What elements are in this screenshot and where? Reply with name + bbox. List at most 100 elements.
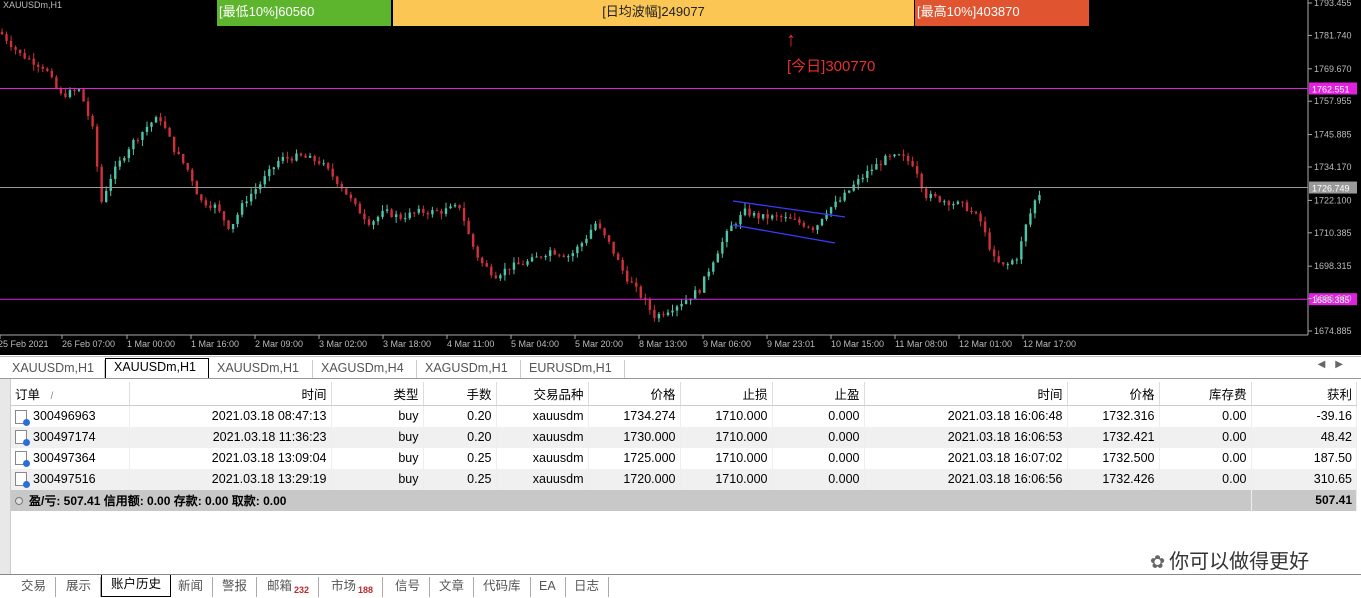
symbol: xauusdm <box>496 426 589 448</box>
table-row[interactable]: 300496963 2021.03.18 08:47:13 buy 0.20 x… <box>11 405 1357 427</box>
tab-market[interactable]: 市场 188 <box>322 577 384 597</box>
candle-body <box>127 149 131 159</box>
candle-body <box>920 173 923 189</box>
col-close-time[interactable]: 时间 <box>864 382 1068 406</box>
order-id: 300497174 <box>33 429 96 444</box>
lots: 0.25 <box>423 468 497 490</box>
candlestick-chart[interactable]: 1762.5511726.7491686.3851793.4551781.740… <box>0 0 1361 355</box>
time-axis-label: 5 Mar 04:00 <box>511 339 559 349</box>
candle-body <box>612 241 615 254</box>
tab-exposure[interactable]: 展示 <box>57 577 102 597</box>
tab-mailbox[interactable]: 邮箱 232 <box>258 577 320 597</box>
candle-body <box>404 218 407 220</box>
candle-body <box>105 190 108 202</box>
candle-body <box>879 164 883 166</box>
profit: 48.42 <box>1251 426 1357 448</box>
chart-tab-3[interactable]: XAUUSDm,H1 <box>209 360 313 378</box>
col-type[interactable]: 类型 <box>331 382 424 406</box>
candle-body <box>517 262 520 265</box>
tab-articles[interactable]: 文章 <box>430 577 475 597</box>
table-row[interactable]: 300497516 2021.03.18 13:29:19 buy 0.25 x… <box>11 468 1357 490</box>
col-order[interactable]: 订单 / <box>11 382 130 406</box>
col-profit[interactable]: 获利 <box>1251 382 1357 406</box>
chart-tab-1[interactable]: XAUUSDm,H1 <box>4 360 105 378</box>
time-axis-label: 11 Mar 08:00 <box>895 339 947 349</box>
summary-text: 盈/亏: 507.41 信用额: 0.00 存款: 0.00 取款: 0.00 <box>29 493 287 508</box>
col-open-price[interactable]: 价格 <box>588 382 681 406</box>
chart-tab-5[interactable]: XAGUSDm,H1 <box>417 360 521 378</box>
stop-loss: 1710.000 <box>680 447 773 469</box>
candle-body <box>621 259 624 271</box>
candle-body <box>585 238 588 244</box>
tab-alerts[interactable]: 警报 <box>213 577 258 597</box>
order-id: 300496963 <box>33 408 96 423</box>
price-axis-label: 1722.100 <box>1314 195 1352 205</box>
mailbox-badge: 232 <box>294 585 310 595</box>
chart-tab-2-active[interactable]: XAUUSDm,H1 <box>105 358 209 379</box>
candle-body <box>109 178 112 191</box>
candle-body <box>1006 264 1009 266</box>
col-lots[interactable]: 手数 <box>423 382 497 406</box>
candle-body <box>304 155 307 158</box>
table-row[interactable]: 300497174 2021.03.18 11:36:23 buy 0.20 x… <box>11 426 1357 448</box>
candle-body <box>884 155 887 165</box>
candle-body <box>290 158 294 161</box>
tab-signals[interactable]: 信号 <box>386 577 431 597</box>
time-axis-label: 10 Mar 15:00 <box>831 339 884 349</box>
col-symbol[interactable]: 交易品种 <box>496 382 589 406</box>
tab-trade[interactable]: 交易 <box>12 577 57 597</box>
tab-code-base[interactable]: 代码库 <box>474 577 531 597</box>
col-take-profit[interactable]: 止盈 <box>772 382 865 406</box>
candle-body <box>444 208 448 214</box>
candle-body <box>168 127 171 137</box>
candle-body <box>263 176 266 185</box>
time-axis-label: 9 Mar 06:00 <box>703 339 751 349</box>
tab-news[interactable]: 新闻 <box>169 577 214 597</box>
candle-body <box>1020 241 1023 260</box>
candle-body <box>766 214 769 219</box>
candle-body <box>721 242 724 254</box>
tab-journal[interactable]: 日志 <box>565 577 610 597</box>
close-time: 2021.03.18 16:07:02 <box>864 447 1068 469</box>
candle-body <box>503 268 507 276</box>
col-close-price[interactable]: 价格 <box>1067 382 1160 406</box>
candle-body <box>55 77 58 89</box>
take-profit: 0.000 <box>772 405 865 427</box>
close-time: 2021.03.18 16:06:56 <box>864 468 1068 490</box>
candle-body <box>693 290 697 299</box>
price-axis-label: 1757.955 <box>1314 96 1352 106</box>
stop-loss: 1710.000 <box>680 426 773 448</box>
time-axis-label: 8 Mar 13:00 <box>639 339 687 349</box>
price-chart[interactable]: 1762.551 1726.749 1686.385 1793.455 1781.740… <box>0 0 1361 355</box>
tab-scroll-arrows-icon[interactable]: ◀▶ <box>1318 359 1353 370</box>
price-axis-label: 1734.170 <box>1314 162 1352 172</box>
level-label: 1726.749 <box>1312 184 1350 194</box>
col-stop-loss[interactable]: 止损 <box>680 382 773 406</box>
candle-body <box>390 209 393 218</box>
chart-tab-6[interactable]: EURUSDm,H1 <box>521 360 625 378</box>
candle-body <box>32 58 35 65</box>
chart-tab-4[interactable]: XAGUSDm,H4 <box>313 360 417 378</box>
lots: 0.20 <box>423 426 497 448</box>
tab-experts[interactable]: EA <box>530 577 566 597</box>
candle-body <box>236 214 239 225</box>
candle-body <box>281 157 285 161</box>
lots: 0.20 <box>423 405 497 427</box>
candle-body <box>761 214 765 219</box>
candle-body <box>0 31 4 35</box>
table-row[interactable]: 300497364 2021.03.18 13:09:04 buy 0.25 x… <box>11 447 1357 469</box>
candle-body <box>1011 260 1014 265</box>
candle-body <box>163 121 167 128</box>
chart-symbol-label: XAUUSDm,H1 <box>3 0 63 10</box>
tab-account-history[interactable]: 账户历史 <box>101 575 172 597</box>
candle-body <box>798 219 801 223</box>
candle-body <box>200 194 203 201</box>
col-swap[interactable]: 库存费 <box>1159 382 1252 406</box>
candle-body <box>626 270 629 282</box>
candle-body <box>46 68 49 71</box>
candle-body <box>897 154 901 156</box>
col-open-time[interactable]: 时间 <box>129 382 332 406</box>
candle-body <box>367 219 371 225</box>
time-axis-label: 12 Mar 01:00 <box>959 339 1012 349</box>
candle-body <box>508 268 511 270</box>
